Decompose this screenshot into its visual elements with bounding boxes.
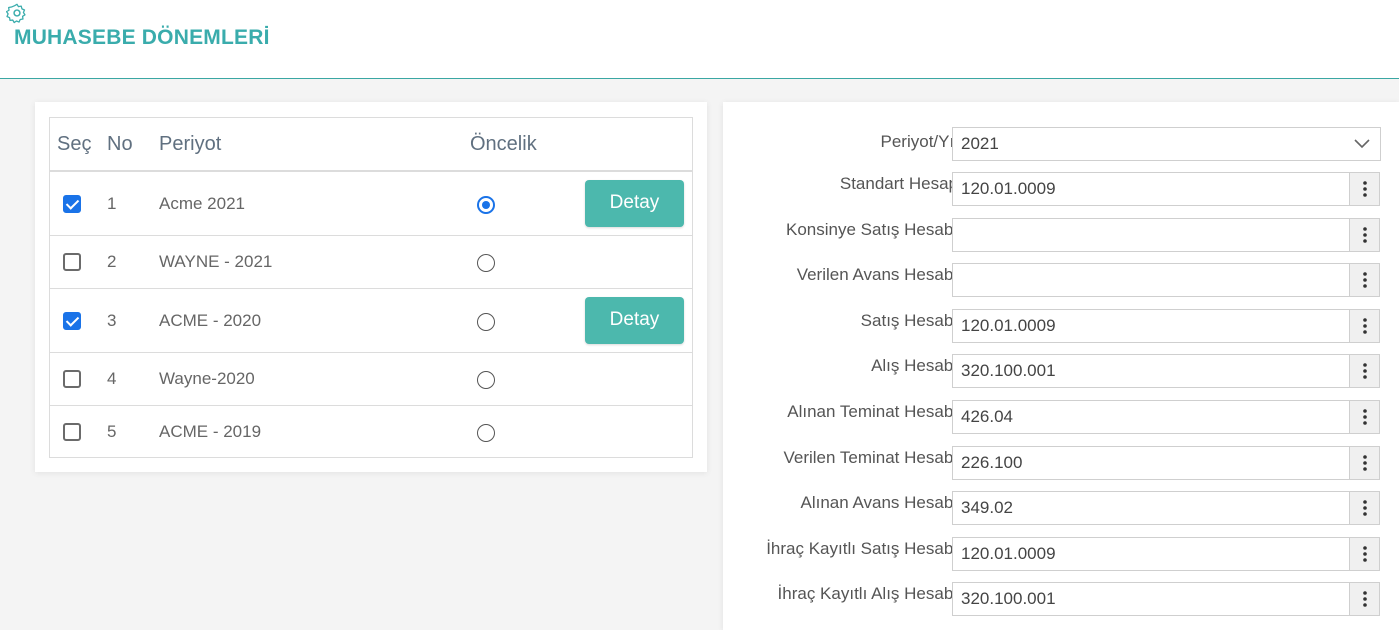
table-row: 2 WAYNE - 2021 xyxy=(50,236,692,289)
kebab-menu-icon xyxy=(1362,272,1367,288)
lookup-button[interactable] xyxy=(1350,582,1380,617)
account-input[interactable]: 120.01.0009 xyxy=(952,172,1350,206)
account-input[interactable]: 426.04 xyxy=(952,400,1350,434)
field-label: Verilen Avans Hesabı xyxy=(796,265,958,285)
account-settings-panel: Periyot/Yıl 2021 Standart Hesap 120.01.00… xyxy=(723,102,1399,630)
period-name: ACME - 2019 xyxy=(159,421,262,441)
form-row: Alış Hesabı 320.100.001 xyxy=(723,354,1399,390)
periods-table: Seç No Periyot Öncelik 1 Acme 2021 Detay 2 W… xyxy=(49,117,693,458)
form-row: Konsinye Satış Hesabı xyxy=(723,217,1399,254)
lookup-button[interactable] xyxy=(1350,263,1380,298)
kebab-menu-icon xyxy=(1362,409,1367,425)
priority-radio[interactable] xyxy=(477,254,495,272)
field-label: İhraç Kayıtlı Alış Hesabı xyxy=(777,584,958,604)
form-row: Alınan Avans Hesabı 349.02 xyxy=(723,491,1399,527)
field-label: Satış Hesabı xyxy=(860,310,958,330)
select-checkbox[interactable] xyxy=(63,194,81,213)
field-label: Konsinye Satış Hesabı xyxy=(786,219,958,239)
select-checkbox[interactable] xyxy=(63,253,81,271)
kebab-menu-icon xyxy=(1362,545,1367,562)
account-input[interactable]: 349.02 xyxy=(952,491,1350,526)
period-name: ACME - 2020 xyxy=(159,310,262,330)
form-row: İhraç Kayıtlı Satış Hesabı 120.01.0009 xyxy=(723,536,1399,573)
priority-radio[interactable] xyxy=(477,423,495,442)
field-label: Alınan Teminat Hesabı xyxy=(787,402,958,421)
gear-icon[interactable] xyxy=(6,2,28,24)
period-name: Acme 2021 xyxy=(159,193,245,213)
detail-button[interactable]: Detay xyxy=(585,296,684,344)
account-input[interactable]: 320.100.001 xyxy=(952,582,1350,617)
lookup-button[interactable] xyxy=(1350,308,1380,343)
priority-radio[interactable] xyxy=(477,195,495,214)
table-body: 1 Acme 2021 Detay 2 WAYNE - 2021 3 ACME - 2020… xyxy=(50,172,692,457)
lookup-button[interactable] xyxy=(1350,445,1380,480)
form-row: Verilen Teminat Hesabı 226.100 xyxy=(723,445,1399,482)
account-input[interactable] xyxy=(952,263,1350,298)
period-year-select[interactable]: 2021 xyxy=(952,127,1381,161)
row-number: 5 xyxy=(107,421,117,441)
priority-radio[interactable] xyxy=(477,312,495,331)
detail-button[interactable]: Detay xyxy=(585,179,684,227)
kebab-menu-icon xyxy=(1362,500,1367,516)
row-number: 1 xyxy=(107,193,117,213)
kebab-menu-icon xyxy=(1362,317,1367,334)
period-name: Wayne-2020 xyxy=(159,369,255,388)
lookup-button[interactable] xyxy=(1350,491,1380,526)
table-header: Seç No Periyot Öncelik xyxy=(50,118,692,172)
row-number: 4 xyxy=(107,369,117,388)
form-row: Satış Hesabı 120.01.0009 xyxy=(723,308,1399,345)
chevron-down-icon xyxy=(1354,139,1370,149)
lookup-button[interactable] xyxy=(1350,536,1380,571)
table-row: 1 Acme 2021 Detay xyxy=(50,172,692,236)
field-label: Alış Hesabı xyxy=(871,356,958,376)
form-row: İhraç Kayıtlı Alış Hesabı 320.100.001 xyxy=(723,582,1399,618)
field-label: Standart Hesap xyxy=(839,174,958,193)
account-input[interactable]: 320.100.001 xyxy=(952,354,1350,389)
account-input[interactable]: 120.01.0009 xyxy=(952,308,1350,343)
form-row: Verilen Avans Hesabı xyxy=(723,263,1399,299)
kebab-menu-icon xyxy=(1362,454,1367,471)
table-row: 3 ACME - 2020 Detay xyxy=(50,289,692,353)
row-number: 3 xyxy=(107,310,117,330)
table-row: 4 Wayne-2020 xyxy=(50,353,692,406)
kebab-menu-icon xyxy=(1362,226,1367,243)
header-no: No xyxy=(107,133,133,155)
table-row: 5 ACME - 2019 xyxy=(50,406,692,457)
kebab-menu-icon xyxy=(1362,181,1367,197)
header-select: Seç xyxy=(57,133,92,155)
select-checkbox[interactable] xyxy=(63,422,81,441)
header-period: Periyot xyxy=(159,133,222,155)
page-title: MUHASEBE DÖNEMLERİ xyxy=(14,26,270,49)
priority-radio[interactable] xyxy=(477,371,495,389)
header-priority: Öncelik xyxy=(470,133,537,155)
lookup-button[interactable] xyxy=(1350,217,1380,252)
account-input[interactable]: 226.100 xyxy=(952,445,1350,480)
form-row: Alınan Teminat Hesabı 426.04 xyxy=(723,400,1399,436)
field-label: İhraç Kayıtlı Satış Hesabı xyxy=(766,538,958,558)
select-checkbox[interactable] xyxy=(63,370,81,388)
lookup-button[interactable] xyxy=(1350,354,1380,389)
periods-panel: Seç No Periyot Öncelik 1 Acme 2021 Detay 2 W… xyxy=(35,102,707,472)
account-input[interactable]: 120.01.0009 xyxy=(952,536,1350,571)
field-label: Alınan Avans Hesabı xyxy=(800,493,958,513)
lookup-button[interactable] xyxy=(1350,172,1380,206)
select-checkbox[interactable] xyxy=(63,311,81,330)
row-number: 2 xyxy=(107,252,117,271)
period-year-label: Periyot/Yıl xyxy=(880,132,958,151)
top-bar: MUHASEBE DÖNEMLERİ xyxy=(0,0,1399,79)
lookup-button[interactable] xyxy=(1350,400,1380,434)
kebab-menu-icon xyxy=(1362,363,1367,380)
kebab-menu-icon xyxy=(1362,591,1367,608)
period-year-row: Periyot/Yıl 2021 xyxy=(723,127,1399,163)
period-name: WAYNE - 2021 xyxy=(159,252,273,271)
account-input[interactable] xyxy=(952,217,1350,252)
field-label: Verilen Teminat Hesabı xyxy=(783,447,958,467)
form-row: Standart Hesap 120.01.0009 xyxy=(723,172,1399,208)
period-year-value: 2021 xyxy=(961,134,999,153)
